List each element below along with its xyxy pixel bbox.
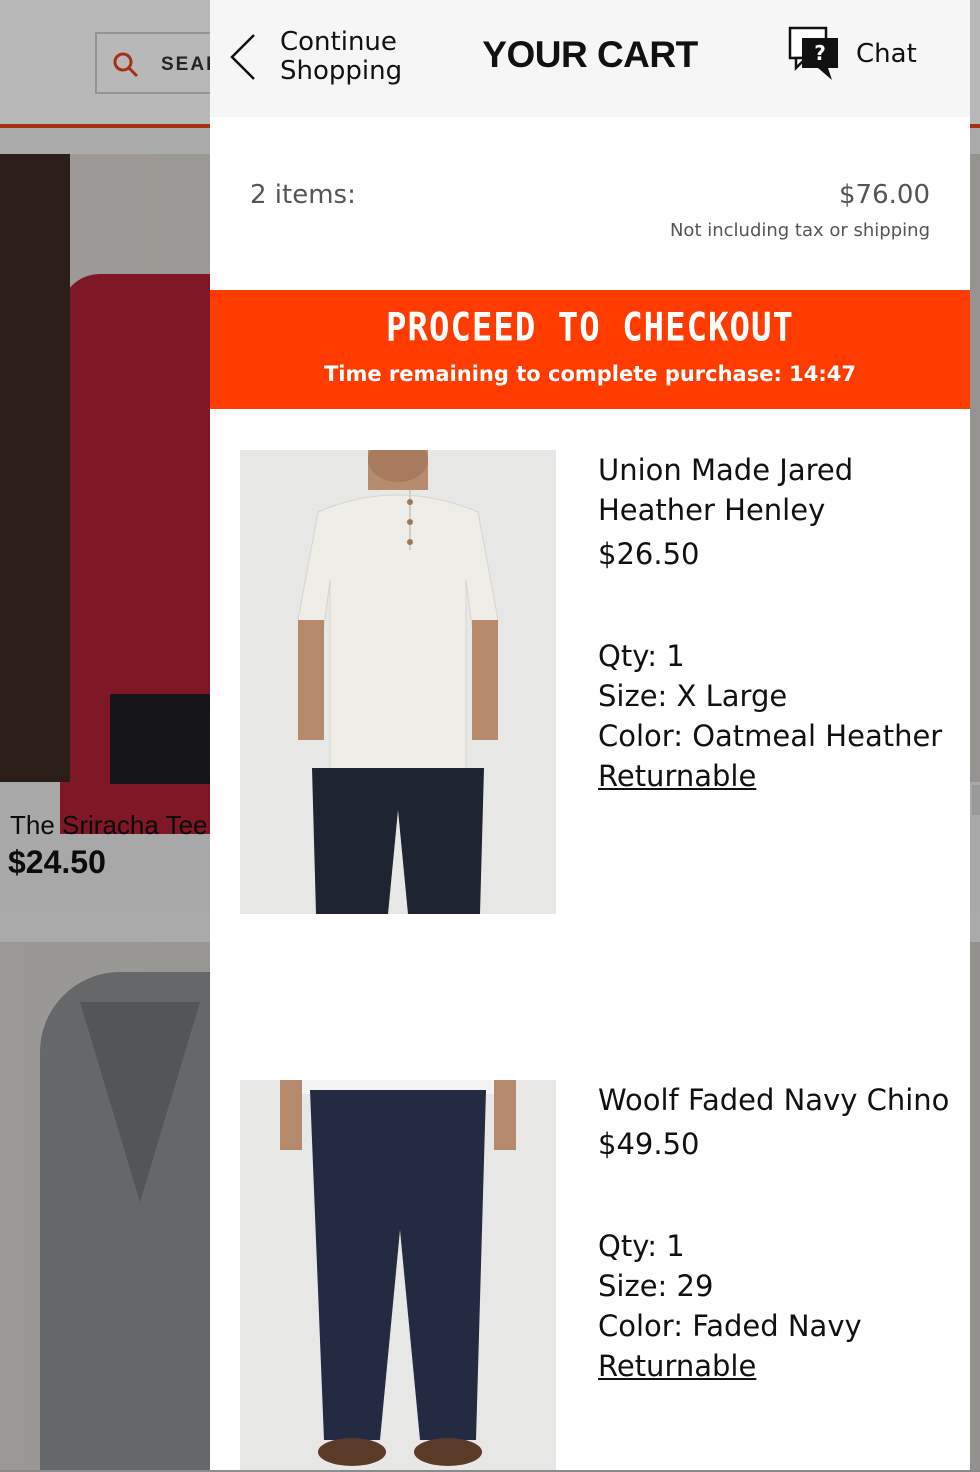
item-color: Color: Oatmeal Heather [598,719,943,753]
checkout-label: PROCEED TO CHECKOUT [386,305,794,351]
scrollbar-thumb[interactable] [972,785,980,815]
product-thumbnail[interactable] [240,1080,556,1470]
chat-help-icon: ? [788,26,838,80]
svg-text:?: ? [814,41,826,65]
subtotal-note: Not including tax or shipping [669,220,930,241]
cart-header: Continue Shopping YOUR CART ? Chat [210,0,970,117]
returnable-link[interactable]: Returnable [598,756,958,796]
item-details: Woolf Faded Navy Chino $49.50 Qty: 1 Siz… [598,1080,958,1386]
chat-label: Chat [856,39,917,69]
product-thumbnail[interactable] [240,450,556,914]
item-price: $49.50 [598,1127,700,1161]
item-color: Color: Faded Navy [598,1309,862,1343]
cart-drawer: Continue Shopping YOUR CART ? Chat 2 ite… [210,0,970,1470]
item-size: Size: 29 [598,1269,714,1303]
cart-subtotal: $76.00 [839,180,930,210]
chat-button[interactable]: ? Chat [788,26,917,82]
item-name[interactable]: Union Made Jared Heather Henley [598,450,958,530]
item-size: Size: X Large [598,679,788,713]
returnable-link[interactable]: Returnable [598,1346,958,1386]
checkout-timer: Time remaining to complete purchase: 14:… [323,362,857,386]
item-name[interactable]: Woolf Faded Navy Chino [598,1080,958,1120]
item-details: Union Made Jared Heather Henley $26.50 Q… [598,450,958,796]
item-quantity: Qty: 1 [598,1229,685,1263]
proceed-to-checkout-button[interactable]: PROCEED TO CHECKOUT Time remaining to co… [210,290,970,409]
item-quantity: Qty: 1 [598,639,685,673]
item-price: $26.50 [598,537,700,571]
item-count: 2 items: [250,180,356,210]
